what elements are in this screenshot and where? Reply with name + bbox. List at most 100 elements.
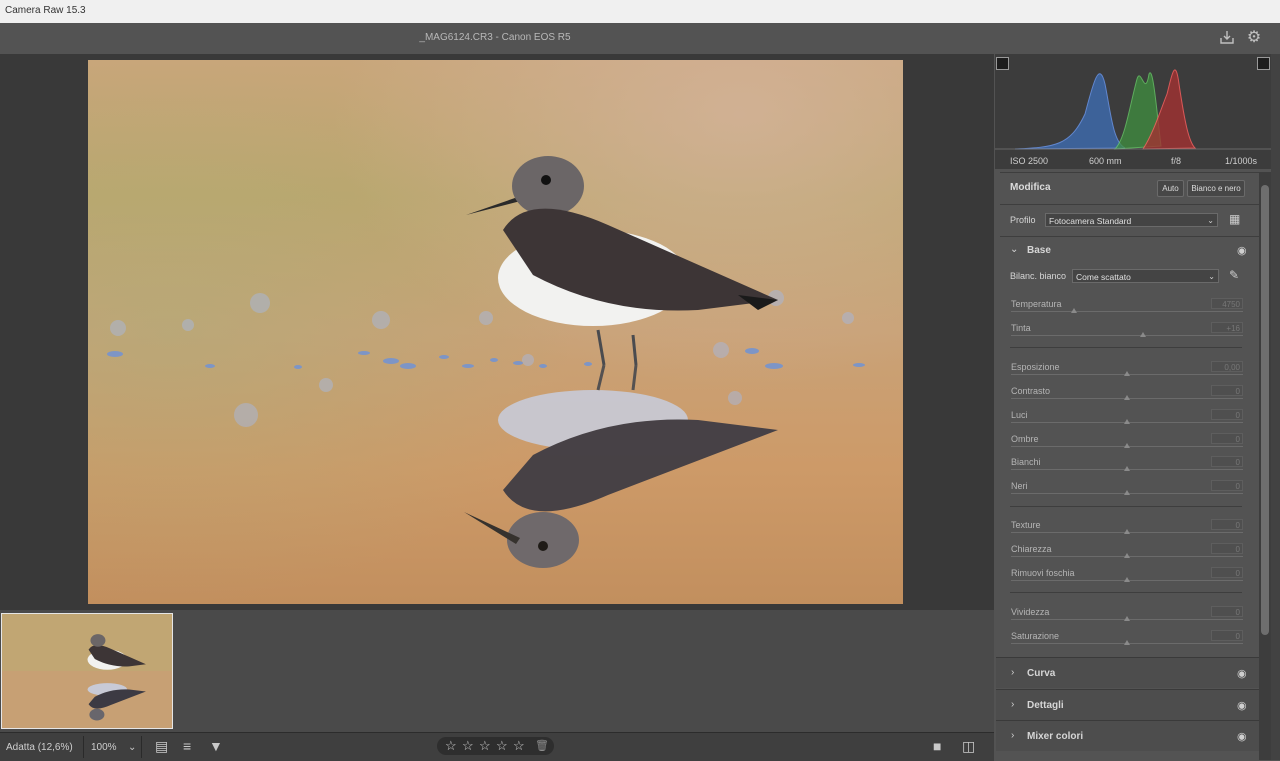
slider-track[interactable] — [1011, 335, 1243, 336]
divider — [1010, 592, 1242, 593]
white-balance-dropdown[interactable]: Come scattato ⌄ — [1072, 269, 1219, 283]
main-photo[interactable] — [88, 60, 903, 604]
divider — [141, 736, 142, 758]
panel-scrollbar-thumb[interactable] — [1261, 185, 1269, 635]
slider-label: Tinta — [1011, 323, 1031, 333]
slider-thumb[interactable] — [1124, 443, 1130, 448]
eye-icon[interactable]: ◉ — [1237, 730, 1247, 743]
save-icon[interactable] — [1218, 29, 1236, 47]
filmstrip-thumbnail[interactable] — [1, 613, 173, 729]
slider-value-field[interactable]: 0 — [1211, 480, 1243, 491]
filter-icon[interactable]: ▼ — [209, 738, 223, 754]
slider-value-field[interactable]: 0 — [1211, 456, 1243, 467]
slider-value-field[interactable]: 0 — [1211, 606, 1243, 617]
star-3-icon[interactable]: ☆ — [479, 738, 491, 754]
slider-thumb[interactable] — [1140, 332, 1147, 337]
eyedropper-icon[interactable]: ✎ — [1229, 268, 1239, 282]
eye-icon[interactable]: ◉ — [1237, 699, 1247, 712]
slider-thumb[interactable] — [1124, 640, 1130, 645]
slider-label: Bianchi — [1011, 457, 1041, 467]
section-details[interactable]: › Dettagli ◉ — [996, 689, 1259, 720]
eye-icon[interactable]: ◉ — [1237, 667, 1247, 680]
slider-thumb[interactable] — [1070, 308, 1077, 313]
chevron-down-icon: ⌄ — [1207, 216, 1214, 225]
sort-icon[interactable]: ≡ — [183, 738, 191, 754]
auto-button[interactable]: Auto — [1157, 180, 1184, 197]
divider — [83, 736, 84, 758]
exif-focal: 600 mm — [1089, 156, 1122, 166]
slider-thumb[interactable] — [1124, 395, 1130, 400]
profile-dropdown[interactable]: Fotocamera Standard ⌄ — [1045, 213, 1218, 227]
section-color-mixer[interactable]: › Mixer colori ◉ — [996, 720, 1259, 751]
slider-value-field[interactable]: 4750 — [1211, 298, 1243, 309]
slider-label: Esposizione — [1011, 362, 1060, 372]
star-4-icon[interactable]: ☆ — [496, 738, 508, 754]
slider-value-field[interactable]: 0 — [1211, 385, 1243, 396]
slider-label: Texture — [1011, 520, 1041, 530]
profile-value: Fotocamera Standard — [1049, 216, 1132, 226]
slider-label: Neri — [1011, 481, 1028, 491]
slider-thumb[interactable] — [1124, 529, 1130, 534]
divider — [1000, 236, 1262, 237]
slider-thumb[interactable] — [1124, 553, 1130, 558]
slider-track[interactable] — [1011, 311, 1243, 312]
section-curve[interactable]: › Curva ◉ — [996, 657, 1259, 688]
slider-value-field[interactable]: 0 — [1211, 630, 1243, 641]
single-view-icon[interactable]: ■ — [933, 738, 941, 754]
slider-label: Ombre — [1011, 434, 1039, 444]
slider-value-field[interactable]: 0 — [1211, 543, 1243, 554]
slider-value-field[interactable]: 0 — [1211, 519, 1243, 530]
slider-value-field[interactable]: 0,00 — [1211, 361, 1243, 372]
slider-thumb[interactable] — [1124, 490, 1130, 495]
divider — [1000, 172, 1262, 173]
white-balance-value: Come scattato — [1076, 272, 1131, 282]
thumbnail-image — [2, 614, 172, 728]
profile-label: Profilo — [1010, 215, 1036, 225]
base-section-title[interactable]: Base — [1027, 245, 1051, 256]
slider-label: Rimuovi foschia — [1011, 568, 1075, 578]
divider — [1010, 347, 1242, 348]
chevron-down-icon[interactable]: ⌄ — [128, 740, 136, 756]
slider-value-field[interactable]: 0 — [1211, 433, 1243, 444]
slider-thumb[interactable] — [1124, 419, 1130, 424]
right-edge-strip — [1271, 54, 1280, 760]
slider-value-field[interactable]: 0 — [1211, 409, 1243, 420]
exif-info: ISO 2500 600 mm f/8 1/1000s — [995, 153, 1271, 169]
slider-value-field[interactable]: +16 — [1211, 322, 1243, 333]
zoom-fit-label[interactable]: Adatta (12,6%) — [6, 742, 73, 753]
slider-thumb[interactable] — [1124, 466, 1130, 471]
header-bar: _MAG6124.CR3 - Canon EOS R5 ⚙ — [0, 23, 1280, 55]
bird-photo-image — [88, 60, 903, 604]
app-title: Camera Raw 15.3 — [5, 5, 86, 16]
slider-label: Contrasto — [1011, 386, 1051, 396]
profile-browser-icon[interactable]: ▦ — [1229, 212, 1240, 226]
zoom-100-label[interactable]: 100% — [91, 742, 117, 753]
slider-thumb[interactable] — [1124, 616, 1130, 621]
bottom-toolbar: Adatta (12,6%) 100% ⌄ ▤ ≡ ▼ ☆ ☆ ☆ ☆ ☆ 🗑 … — [0, 732, 994, 761]
slider-value-field[interactable]: 0 — [1211, 567, 1243, 578]
slider-label: Saturazione — [1011, 631, 1060, 641]
chevron-right-icon: › — [1011, 699, 1015, 710]
slider-thumb[interactable] — [1124, 371, 1130, 376]
gear-icon[interactable]: ⚙ — [1245, 29, 1263, 47]
histogram — [995, 54, 1271, 169]
slider-thumb[interactable] — [1124, 577, 1130, 582]
edit-title: Modifica — [1010, 182, 1051, 193]
trash-icon[interactable]: 🗑 — [535, 739, 549, 752]
star-2-icon[interactable]: ☆ — [462, 738, 474, 754]
before-after-icon[interactable]: ◫ — [962, 738, 975, 754]
eye-icon[interactable]: ◉ — [1237, 244, 1247, 257]
histogram-graph — [995, 69, 1271, 150]
white-balance-label: Bilanc. bianco — [1010, 271, 1067, 281]
star-rating: ☆ ☆ ☆ ☆ ☆ 🗑 — [437, 737, 554, 755]
filmstrip-view-icon[interactable]: ▤ — [155, 738, 168, 754]
base-chevron-icon[interactable]: ⌄ — [1010, 244, 1018, 255]
chevron-down-icon: ⌄ — [1208, 272, 1215, 281]
black-white-button[interactable]: Bianco e nero — [1187, 180, 1245, 197]
section-color-mixer-title: Mixer colori — [1027, 731, 1084, 742]
slider-label: Temperatura — [1011, 299, 1062, 309]
slider-label: Chiarezza — [1011, 544, 1052, 554]
divider — [1000, 204, 1262, 205]
star-1-icon[interactable]: ☆ — [445, 738, 457, 754]
star-5-icon[interactable]: ☆ — [513, 738, 525, 754]
